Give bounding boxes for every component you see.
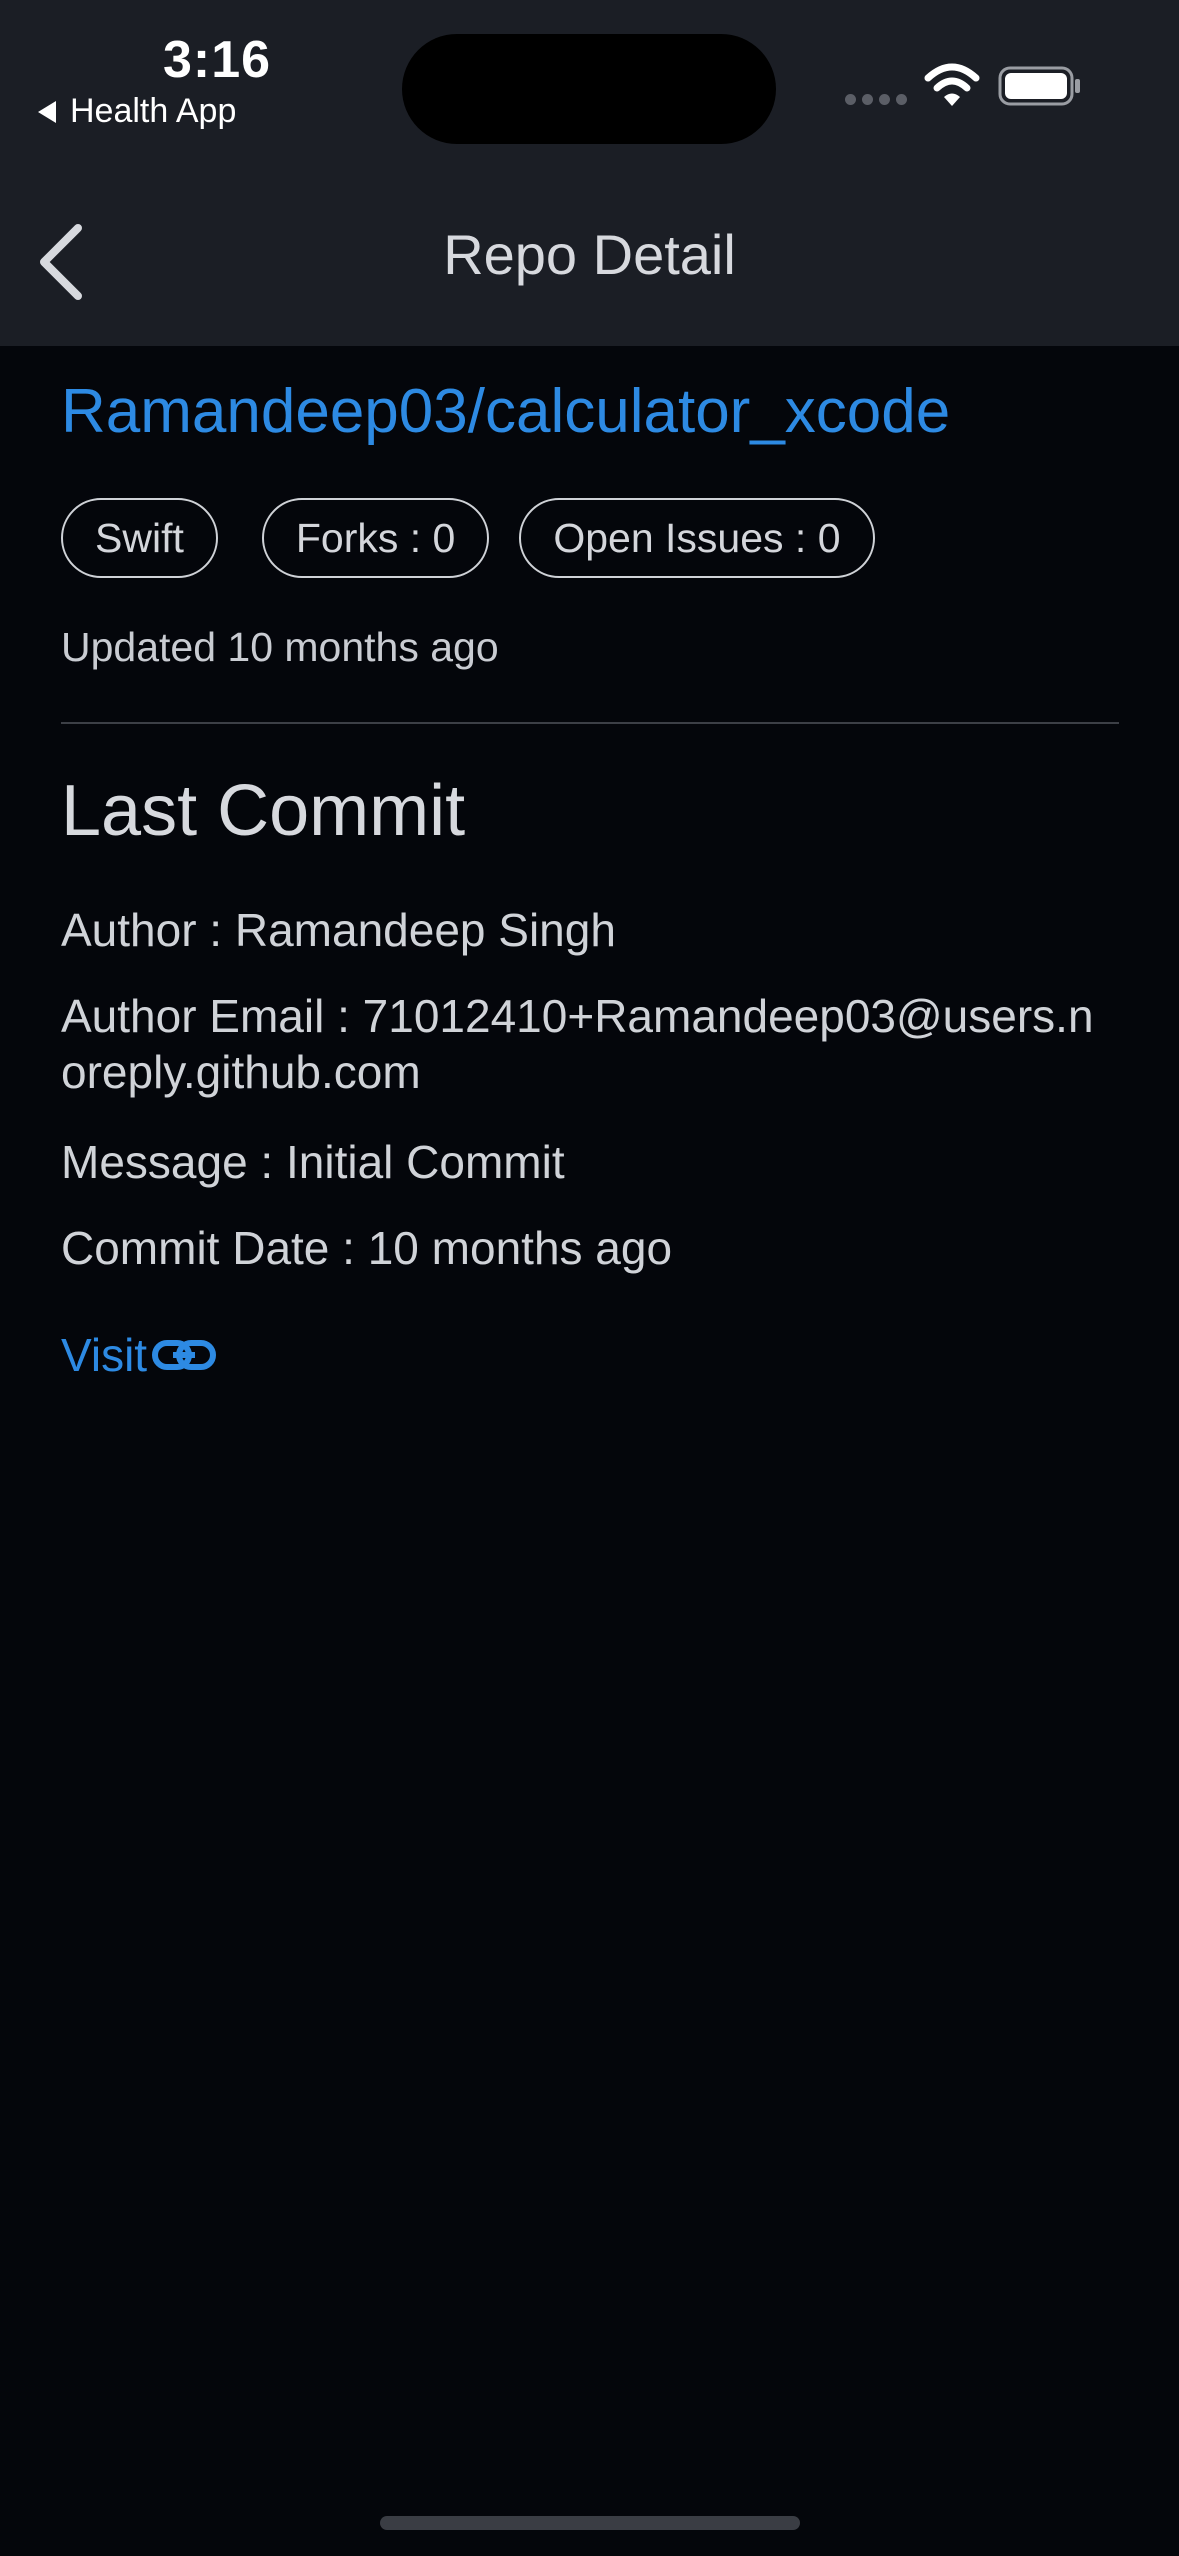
visit-link[interactable]: Visit	[61, 1328, 217, 1382]
open-issues-chip: Open Issues : 0	[519, 498, 875, 578]
back-to-app-label: Health App	[70, 92, 237, 130]
status-time: 3:16	[163, 31, 272, 89]
nav-title: Repo Detail	[443, 223, 736, 286]
link-icon	[152, 1340, 217, 1370]
commit-date: Commit Date : 10 months ago	[61, 1222, 673, 1274]
dynamic-island	[402, 34, 776, 144]
updated-text: Updated 10 months ago	[61, 624, 499, 670]
repo-full-name[interactable]: Ramandeep03/calculator_xcode	[61, 376, 950, 447]
cellular-signal-icon	[845, 94, 907, 105]
last-commit-heading: Last Commit	[61, 771, 466, 851]
forks-chip: Forks : 0	[261, 498, 490, 578]
wifi-icon	[924, 63, 980, 106]
language-chip: Swift	[61, 498, 218, 578]
visit-label: Visit	[61, 1329, 148, 1381]
battery-icon	[998, 66, 1080, 106]
back-to-app-button[interactable]: Health App	[38, 92, 236, 131]
commit-message: Message : Initial Commit	[61, 1136, 565, 1188]
commit-author: Author : Ramandeep Singh	[61, 904, 616, 956]
home-indicator[interactable]	[380, 2516, 800, 2530]
repo-chips: Swift Forks : 0 Open Issues : 0	[61, 498, 875, 578]
section-divider	[61, 722, 1119, 724]
commit-author-email: Author Email : 71012410+Ramandeep03@user…	[61, 990, 1094, 1098]
top-chrome: 3:16 Health App Repo Detail	[0, 0, 1179, 346]
back-triangle-icon	[38, 100, 56, 123]
